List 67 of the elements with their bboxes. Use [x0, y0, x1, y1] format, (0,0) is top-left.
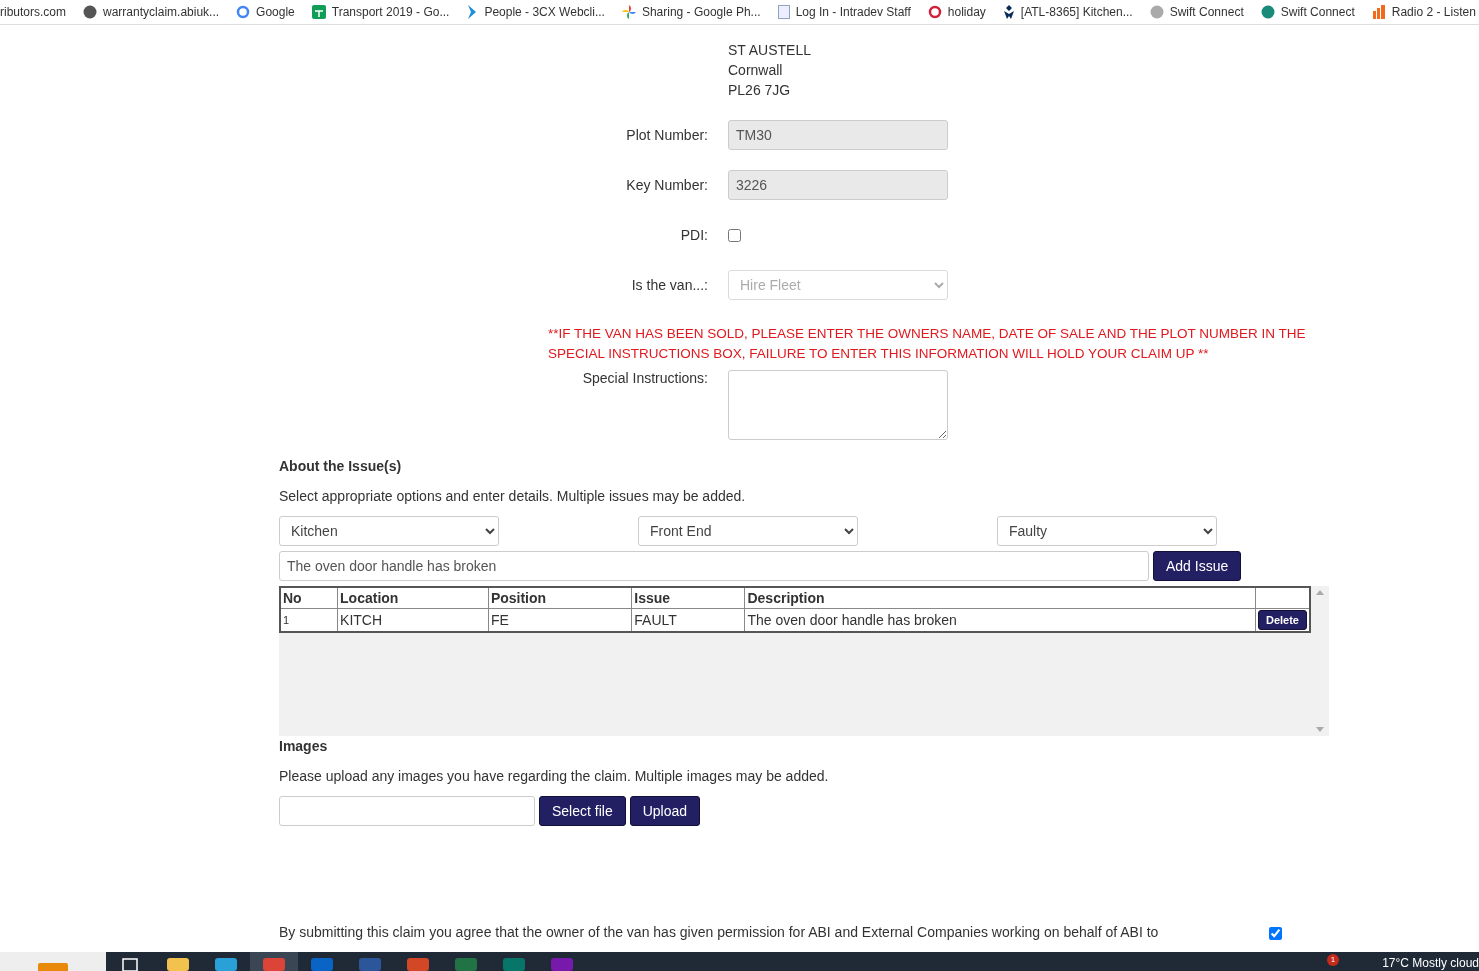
app-icon[interactable]	[311, 958, 333, 971]
dropdown[interactable]: Faulty	[997, 516, 1217, 546]
address-line: PL26 7JG	[728, 81, 791, 100]
address-line: ST AUSTELL	[728, 41, 811, 60]
column-header: Position	[488, 587, 632, 609]
warning-text: **IF THE VAN HAS BEEN SOLD, PLEASE ENTER THE OWNERS NAME, DATE OF SALE AND THE PLOT NUMBER IN THE SPECIAL INSTRUCTIONS BOX, FAILURE TO ENTER THIS INFORMATION WILL HOLD YOUR CLAIM UP **	[548, 325, 1307, 363]
bookmark-link[interactable]: People - 3CX Webcli...	[466, 5, 605, 19]
spreadsheet-icon	[311, 5, 326, 19]
app-icon[interactable]	[215, 958, 237, 971]
document-icon	[777, 5, 790, 19]
bookmark-link[interactable]: ributors.com	[0, 5, 67, 19]
ring-icon	[927, 5, 942, 19]
app-icon[interactable]	[167, 958, 189, 971]
special-instructions-field[interactable]	[728, 370, 948, 440]
globe-icon	[1149, 5, 1164, 19]
bookmark-link[interactable]: holiday	[927, 5, 986, 19]
add-issue-button[interactable]: Add Issue	[1153, 551, 1242, 581]
select-file-button[interactable]: Select file	[539, 796, 626, 826]
consent-checkbox[interactable]	[1269, 927, 1282, 940]
consent-text: By submitting this claim you agree that the owner of the van has given permission for ABI and External Companies working on behalf of ABI to	[279, 923, 1160, 942]
column-header: No	[280, 587, 338, 609]
bookmark-link[interactable]: Radio 2 - Listen	[1371, 5, 1476, 19]
bookmark-link[interactable]: warrantyclaim.abiuk...	[83, 5, 220, 19]
bookmark-link[interactable]: Sharing - Google Ph...	[621, 5, 761, 19]
field-label: Is the van...:	[630, 277, 708, 293]
globe-icon	[83, 5, 98, 19]
bookmark-link[interactable]: Transport 2019 - Go...	[311, 5, 450, 19]
checkbox[interactable]	[728, 228, 741, 242]
app-icon[interactable]	[263, 958, 285, 971]
app-icon[interactable]	[551, 958, 573, 971]
field-label: Key Number:	[625, 177, 708, 193]
description-field[interactable]: The oven door handle has broken	[279, 551, 1149, 581]
bookmark-link[interactable]: [ATL-8365] Kitchen...	[1002, 5, 1133, 19]
weather-text[interactable]: 17°C Mostly cloud	[1382, 956, 1479, 970]
column-header: Location	[337, 587, 489, 609]
field-label: PDI:	[679, 227, 708, 243]
pinwheel-icon	[621, 5, 636, 19]
dropdown[interactable]: Front End	[638, 516, 858, 546]
scroll-up-icon[interactable]	[1316, 590, 1324, 595]
file-field[interactable]	[279, 796, 535, 826]
bookmark-link[interactable]: Google	[236, 5, 295, 19]
instructions-text: Select appropriate options and enter details. Multiple issues may be added.	[279, 487, 747, 506]
delete-button[interactable]: Delete	[1257, 610, 1307, 630]
address-line: Cornwall	[728, 61, 783, 80]
field-label: Special Instructions:	[581, 370, 708, 386]
dropdown[interactable]: Kitchen	[279, 516, 499, 546]
bookmark-link[interactable]: Log In - Intradev Staff	[777, 5, 911, 19]
scroll-down-icon[interactable]	[1316, 727, 1324, 732]
notification-badge: 1	[1327, 954, 1339, 966]
column-header: Issue	[631, 587, 745, 609]
app-icon[interactable]	[455, 958, 477, 971]
bars-icon	[1371, 5, 1386, 19]
upload-button[interactable]: Upload	[629, 796, 701, 826]
app-icon[interactable]	[503, 958, 525, 971]
column-header: Description	[744, 587, 1256, 609]
bookmark-link[interactable]: Swift Connect	[1149, 5, 1244, 19]
task-view-icon[interactable]	[122, 958, 138, 971]
table-cell: The oven door handle has broken	[744, 608, 1256, 632]
figure-icon	[1002, 5, 1015, 19]
app-icon[interactable]	[407, 958, 429, 971]
section-heading: About the Issue(s)	[279, 457, 403, 476]
globe-icon	[1260, 5, 1275, 19]
instructions-text: Please upload any images you have regarding the claim. Multiple images may be added.	[279, 767, 830, 786]
app-icon[interactable]	[359, 958, 381, 971]
field-label: Plot Number:	[625, 127, 708, 143]
section-heading: Images	[279, 737, 329, 756]
bookmark-link[interactable]: Swift Connect	[1260, 5, 1355, 19]
